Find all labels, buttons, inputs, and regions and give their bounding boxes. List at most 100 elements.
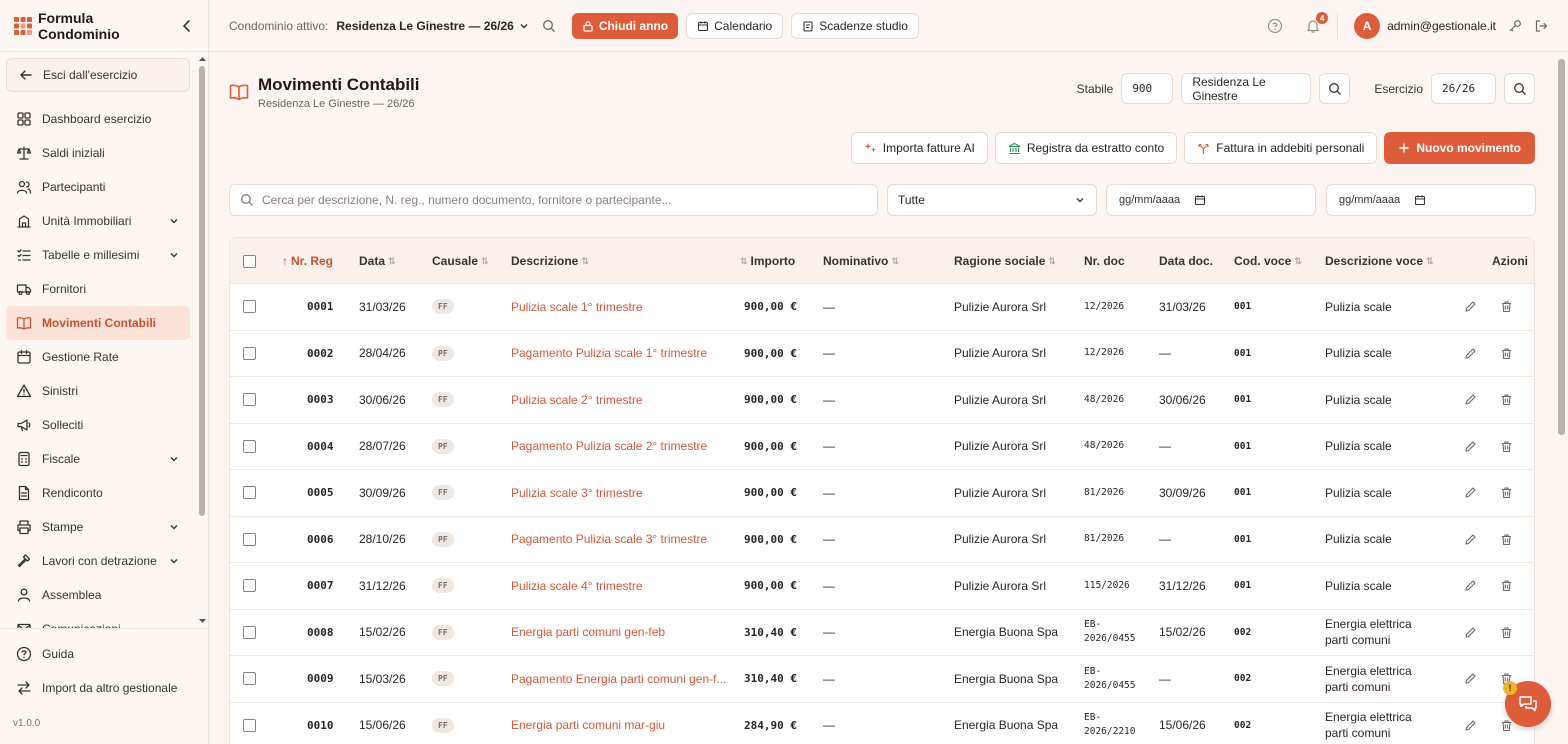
table-row[interactable]: 0004 28/07/26 PF Pagamento Pulizia scale 2°…: [230, 424, 1534, 470]
edit-icon[interactable]: [1464, 517, 1477, 563]
sidebar-item-import[interactable]: Import da altro gestionale: [6, 671, 202, 705]
row-checkbox[interactable]: [243, 718, 256, 732]
close-year-button[interactable]: Chiudi anno: [571, 12, 679, 39]
sidebar-item-solleciti[interactable]: Solleciti: [6, 408, 190, 442]
user-email[interactable]: admin@gestionale.it: [1387, 19, 1496, 33]
logout-icon[interactable]: [1534, 19, 1548, 33]
th-nr-reg[interactable]: ↑ Nr. Reg: [282, 238, 333, 284]
sidebar-item-guida[interactable]: Guida: [6, 637, 202, 671]
edit-icon[interactable]: [1464, 470, 1477, 516]
calendar-button[interactable]: Calendario: [686, 12, 784, 39]
trash-icon[interactable]: [1500, 470, 1513, 516]
collapse-sidebar-icon[interactable]: [180, 19, 194, 33]
sidebar-item-saldi-iniziali[interactable]: Saldi iniziali: [6, 136, 190, 170]
row-checkbox[interactable]: [243, 579, 256, 593]
row-checkbox[interactable]: [243, 486, 256, 500]
trash-icon[interactable]: [1500, 517, 1513, 563]
key-icon[interactable]: [1508, 19, 1522, 33]
bank-statement-button[interactable]: Registra da estratto conto: [994, 132, 1178, 164]
import-ai-button[interactable]: Importa fatture AI: [850, 132, 988, 164]
date-from-input[interactable]: gg/mm/aaaa: [1106, 184, 1316, 216]
th-causale[interactable]: Causale ⇅: [432, 238, 489, 284]
description-link[interactable]: Pulizia scale 1° trimestre: [511, 284, 643, 330]
sidebar-item-assemblea[interactable]: Assemblea: [6, 578, 190, 612]
new-movement-button[interactable]: Nuovo movimento: [1384, 132, 1535, 164]
edit-icon[interactable]: [1464, 563, 1477, 609]
table-row[interactable]: 0009 15/03/26 PF Pagamento Energia parti co…: [230, 656, 1534, 703]
table-row[interactable]: 0006 28/10/26 PF Pagamento Pulizia scale 3°…: [230, 517, 1534, 563]
description-link[interactable]: Energia parti comuni gen-feb: [511, 610, 665, 656]
table-row[interactable]: 0008 15/02/26 FF Energia parti comuni gen-f…: [230, 610, 1534, 656]
edit-icon[interactable]: [1464, 284, 1477, 330]
sidebar-item-lavori-con-detrazione[interactable]: Lavori con detrazione: [6, 544, 190, 578]
stabile-code-field[interactable]: 900: [1121, 73, 1174, 104]
sidebar-item-fiscale[interactable]: Fiscale: [6, 442, 190, 476]
sidebar-item-gestione-rate[interactable]: Gestione Rate: [6, 340, 190, 374]
description-link[interactable]: Pulizia scale 3° trimestre: [511, 470, 643, 516]
sidebar-scrollbar-thumb[interactable]: [199, 66, 205, 516]
main-scrollbar[interactable]: [1555, 53, 1568, 744]
table-row[interactable]: 0002 28/04/26 PF Pagamento Pulizia scale 1°…: [230, 331, 1534, 377]
th-ragione-sociale[interactable]: Ragione sociale ⇅: [954, 238, 1056, 284]
trash-icon[interactable]: [1500, 331, 1513, 377]
sidebar-item-dashboard-esercizio[interactable]: Dashboard esercizio: [6, 102, 190, 136]
row-checkbox[interactable]: [243, 672, 256, 686]
table-row[interactable]: 0003 30/06/26 FF Pulizia scale 2° trimestre…: [230, 377, 1534, 424]
table-row[interactable]: 0010 15/06/26 FF Energia parti comuni mar-g…: [230, 703, 1534, 744]
calendar-icon[interactable]: [1414, 194, 1426, 206]
description-link[interactable]: Pulizia scale 4° trimestre: [511, 563, 643, 609]
deadlines-button[interactable]: Scadenze studio: [791, 12, 919, 39]
edit-icon[interactable]: [1464, 424, 1477, 470]
sidebar-item-rendiconto[interactable]: Rendiconto: [6, 476, 190, 510]
esercizio-field[interactable]: 26/26: [1431, 73, 1496, 104]
type-filter-select[interactable]: Tutte: [887, 184, 1097, 216]
table-row[interactable]: 0007 31/12/26 FF Pulizia scale 4° trimestre…: [230, 563, 1534, 610]
description-link[interactable]: Pulizia scale 2° trimestre: [511, 377, 643, 423]
sidebar-item-tabelle-e-millesimi[interactable]: Tabelle e millesimi: [6, 238, 190, 272]
th-desc-voce[interactable]: Descrizione voce ⇅: [1325, 238, 1434, 284]
personal-charges-button[interactable]: Fattura in addebiti personali: [1184, 132, 1378, 164]
trash-icon[interactable]: [1500, 563, 1513, 609]
table-row[interactable]: 0005 30/09/26 FF Pulizia scale 3° trimestre…: [230, 470, 1534, 517]
row-checkbox[interactable]: [243, 300, 256, 314]
th-cod-voce[interactable]: Cod. voce ⇅: [1234, 238, 1302, 284]
sidebar-item-unit-immobiliari[interactable]: Unità Immobiliari: [6, 204, 190, 238]
esercizio-search-button[interactable]: [1504, 73, 1535, 104]
row-checkbox[interactable]: [243, 393, 256, 407]
trash-icon[interactable]: [1500, 610, 1513, 656]
row-checkbox[interactable]: [243, 625, 256, 639]
th-descrizione[interactable]: Descrizione ⇅: [511, 238, 589, 284]
description-link[interactable]: Pagamento Pulizia scale 1° trimestre: [511, 331, 707, 377]
search-icon[interactable]: [542, 19, 556, 33]
main-scrollbar-thumb[interactable]: [1558, 59, 1565, 435]
edit-icon[interactable]: [1464, 331, 1477, 377]
edit-icon[interactable]: [1464, 656, 1477, 702]
help-circle-icon[interactable]: [1267, 18, 1283, 34]
row-checkbox[interactable]: [243, 346, 256, 360]
th-importo[interactable]: ⇅ Importo: [740, 238, 795, 284]
sidebar-item-stampe[interactable]: Stampe: [6, 510, 190, 544]
sidebar-item-movimenti-contabili[interactable]: Movimenti Contabili: [6, 306, 190, 340]
calendar-icon[interactable]: [1194, 194, 1206, 206]
date-to-input[interactable]: gg/mm/aaaa: [1326, 184, 1536, 216]
stabile-name-field[interactable]: Residenza Le Ginestre: [1181, 73, 1312, 104]
trash-icon[interactable]: [1500, 424, 1513, 470]
sidebar-item-partecipanti[interactable]: Partecipanti: [6, 170, 190, 204]
description-link[interactable]: Pagamento Energia parti comuni gen-f...: [511, 656, 726, 702]
sidebar-item-fornitori[interactable]: Fornitori: [6, 272, 190, 306]
description-link[interactable]: Pagamento Pulizia scale 2° trimestre: [511, 424, 707, 470]
th-nominativo[interactable]: Nominativo ⇅: [823, 238, 899, 284]
sidebar-scrollbar[interactable]: [196, 52, 209, 628]
sidebar-item-sinistri[interactable]: Sinistri: [6, 374, 190, 408]
trash-icon[interactable]: [1500, 377, 1513, 423]
description-link[interactable]: Energia parti comuni mar-giu: [511, 703, 665, 744]
th-data[interactable]: Data ⇅: [359, 238, 396, 284]
row-checkbox[interactable]: [243, 532, 256, 546]
table-row[interactable]: 0001 31/03/26 FF Pulizia scale 1° trimestre…: [230, 284, 1534, 331]
description-link[interactable]: Pagamento Pulizia scale 3° trimestre: [511, 517, 707, 563]
edit-icon[interactable]: [1464, 610, 1477, 656]
search-input[interactable]: Cerca per descrizione, N. reg., numero d…: [229, 184, 878, 216]
chat-button[interactable]: !: [1503, 681, 1551, 727]
stabile-search-button[interactable]: [1319, 73, 1351, 104]
avatar[interactable]: A: [1354, 13, 1381, 39]
